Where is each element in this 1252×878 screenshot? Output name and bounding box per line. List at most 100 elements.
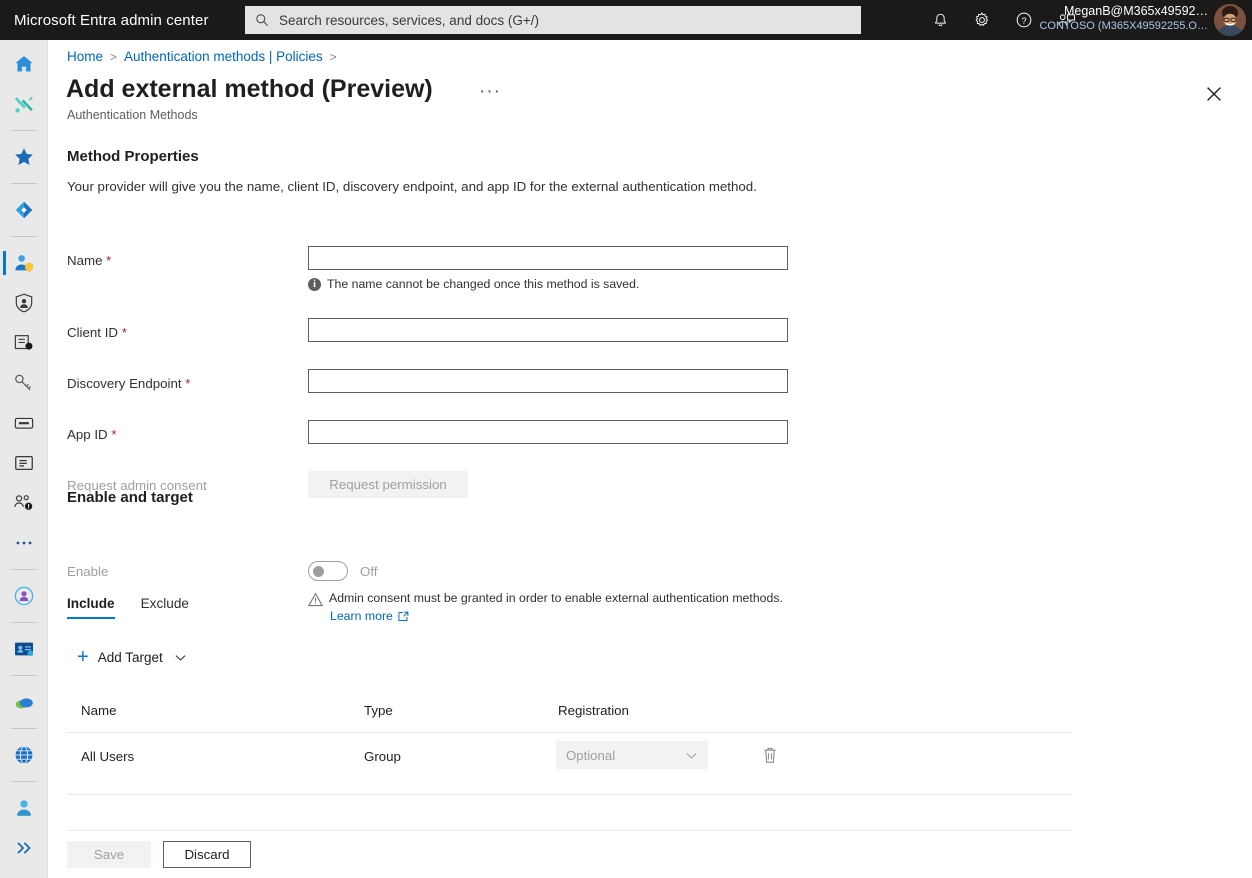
account-info[interactable]: MeganB@M365x49592… CONTOSO (M365X4959225… bbox=[1039, 4, 1208, 37]
globe-icon bbox=[15, 746, 33, 764]
app-id-field-label: App ID * bbox=[67, 427, 117, 442]
settings-gear-icon[interactable] bbox=[972, 10, 992, 30]
top-navigation-bar: Microsoft Entra admin center ? bbox=[0, 0, 1252, 40]
sidebar-item-permissions-management[interactable] bbox=[0, 403, 48, 443]
enable-toggle[interactable] bbox=[308, 561, 348, 581]
rail-divider bbox=[10, 622, 37, 623]
name-label-text: Name bbox=[67, 253, 103, 268]
sidebar-item-users-alert[interactable] bbox=[0, 483, 48, 523]
discovery-endpoint-label-text: Discovery Endpoint bbox=[67, 376, 182, 391]
sidebar-item-home[interactable] bbox=[0, 44, 48, 84]
add-target-button[interactable]: + Add Target bbox=[77, 647, 187, 667]
sidebar-item-show-more[interactable] bbox=[0, 523, 48, 563]
sidebar-item-global-secure-access[interactable] bbox=[0, 735, 48, 775]
required-asterisk: * bbox=[118, 325, 127, 340]
home-icon bbox=[15, 56, 33, 72]
column-header-registration: Registration bbox=[558, 703, 629, 718]
page-subtitle: Authentication Methods bbox=[67, 108, 198, 122]
column-header-name: Name bbox=[81, 703, 117, 718]
chevron-down-icon bbox=[686, 752, 697, 759]
governance-icon bbox=[14, 335, 33, 350]
sidebar-item-identity[interactable] bbox=[0, 243, 48, 283]
chevron-down-icon bbox=[175, 654, 186, 661]
user-shield-icon bbox=[15, 255, 34, 272]
targets-table-header: Name Type Registration bbox=[67, 703, 1072, 733]
main-content-pane: Home > Authentication methods | Policies… bbox=[49, 40, 1252, 878]
method-properties-description: Your provider will give you the name, cl… bbox=[67, 179, 757, 194]
external-link-icon bbox=[398, 611, 409, 621]
request-permission-button[interactable]: Request permission bbox=[308, 471, 468, 498]
discovery-endpoint-input[interactable] bbox=[308, 369, 788, 393]
left-navigation-rail bbox=[0, 40, 48, 878]
save-button[interactable]: Save bbox=[67, 841, 151, 868]
table-row: All Users Group Optional bbox=[67, 733, 1072, 795]
sidebar-item-diagnose[interactable] bbox=[0, 84, 48, 124]
delete-row-button[interactable] bbox=[759, 744, 781, 766]
sidebar-item-expand-menu[interactable] bbox=[0, 828, 48, 868]
sidebar-item-verified-id-badge[interactable] bbox=[0, 629, 48, 669]
svg-text:?: ? bbox=[1021, 16, 1026, 26]
discard-button[interactable]: Discard bbox=[163, 841, 251, 868]
breadcrumb-chevron-icon: > bbox=[329, 49, 337, 64]
client-id-label-text: Client ID bbox=[67, 325, 118, 340]
sidebar-item-identity-protection[interactable] bbox=[0, 576, 48, 616]
rail-divider bbox=[10, 728, 37, 729]
required-asterisk: * bbox=[181, 376, 191, 391]
sidebar-item-identity-governance[interactable] bbox=[0, 323, 48, 363]
sidebar-item-defender-cloud[interactable] bbox=[0, 682, 48, 722]
avatar[interactable] bbox=[1214, 4, 1246, 36]
breadcrumb-item-home[interactable]: Home bbox=[67, 49, 103, 64]
global-search-box[interactable] bbox=[245, 6, 861, 34]
page-more-menu-icon[interactable]: ··· bbox=[479, 82, 501, 101]
tab-include[interactable]: Include bbox=[67, 596, 115, 619]
star-icon bbox=[15, 148, 33, 165]
account-tenant: CONTOSO (M365X49592255.O… bbox=[1039, 19, 1208, 32]
enable-target-heading: Enable and target bbox=[67, 489, 193, 506]
keys-icon bbox=[15, 374, 32, 391]
rail-divider bbox=[10, 675, 37, 676]
name-input[interactable] bbox=[308, 246, 788, 270]
row-name: All Users bbox=[81, 749, 135, 764]
cloud-icon bbox=[15, 698, 33, 709]
app-id-input[interactable] bbox=[308, 420, 788, 444]
required-asterisk: * bbox=[107, 427, 117, 442]
close-blade-button[interactable] bbox=[1200, 80, 1228, 108]
search-input[interactable] bbox=[277, 11, 837, 29]
column-header-type: Type bbox=[364, 703, 393, 718]
help-question-icon[interactable]: ? bbox=[1014, 10, 1034, 30]
tools-icon bbox=[14, 96, 33, 113]
discovery-endpoint-field-label: Discovery Endpoint * bbox=[67, 376, 190, 391]
rail-divider bbox=[10, 236, 37, 237]
include-exclude-tabs: Include Exclude bbox=[67, 596, 189, 619]
sidebar-item-learn-support[interactable] bbox=[0, 443, 48, 483]
enable-field-label: Enable bbox=[67, 564, 109, 579]
trash-icon bbox=[764, 747, 776, 763]
toggle-knob bbox=[313, 566, 324, 577]
footer-actions: Save Discard bbox=[67, 841, 251, 868]
warning-triangle-icon bbox=[308, 592, 323, 607]
learn-more-link[interactable]: Learn more bbox=[330, 609, 409, 623]
sidebar-item-protection[interactable] bbox=[0, 283, 48, 323]
ellipsis-icon bbox=[16, 541, 32, 545]
breadcrumb-item-authentication-methods[interactable]: Authentication methods | Policies bbox=[124, 49, 323, 64]
notification-bell-icon[interactable] bbox=[930, 10, 950, 30]
sidebar-item-verified-id[interactable] bbox=[0, 363, 48, 403]
tab-exclude[interactable]: Exclude bbox=[141, 596, 189, 619]
row-type: Group bbox=[364, 749, 401, 764]
name-hint-text: The name cannot be changed once this met… bbox=[327, 277, 640, 291]
learn-more-label: Learn more bbox=[330, 609, 393, 623]
info-icon: i bbox=[308, 277, 321, 291]
search-icon bbox=[256, 14, 268, 26]
sidebar-item-entra-id[interactable] bbox=[0, 190, 48, 230]
users-alert-icon bbox=[14, 495, 33, 510]
client-id-input[interactable] bbox=[308, 318, 788, 342]
rail-divider bbox=[10, 183, 37, 184]
app-brand-title: Microsoft Entra admin center bbox=[14, 11, 209, 29]
identity-protection-icon bbox=[14, 586, 34, 606]
rail-divider bbox=[10, 569, 37, 570]
sidebar-item-favorites[interactable] bbox=[0, 137, 48, 177]
breadcrumb-chevron-icon: > bbox=[110, 49, 118, 64]
registration-dropdown[interactable]: Optional bbox=[556, 741, 708, 769]
add-target-label: Add Target bbox=[97, 649, 163, 665]
sidebar-item-support[interactable] bbox=[0, 788, 48, 828]
